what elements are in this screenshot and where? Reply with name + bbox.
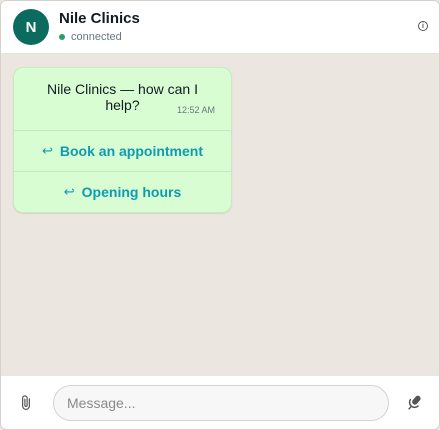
message-text: Nile Clinics — how can I help? bbox=[47, 81, 198, 113]
reply-arrow-icon: ↩ bbox=[41, 143, 53, 158]
connection-status: connected bbox=[59, 31, 122, 43]
quick-reply-opening-hours[interactable]: ↩ Opening hours bbox=[14, 171, 231, 212]
message-composer bbox=[1, 375, 439, 429]
message-bubble: Nile Clinics — how can I help? 12:52 AM … bbox=[13, 67, 232, 213]
contact-name: Nile Clinics bbox=[59, 10, 140, 27]
chat-window: N Nile Clinics connected i Nile Clinics … bbox=[0, 0, 440, 430]
message-input[interactable] bbox=[53, 385, 389, 421]
status-dot-icon bbox=[59, 34, 65, 40]
quick-reply-label: Opening hours bbox=[81, 184, 182, 200]
paperclip-icon[interactable] bbox=[17, 394, 35, 412]
quick-reply-label: Book an appointment bbox=[59, 143, 204, 159]
status-text: connected bbox=[71, 31, 122, 43]
avatar[interactable]: N bbox=[13, 9, 49, 45]
info-icon[interactable]: i bbox=[418, 21, 428, 31]
quick-reply-book-appointment[interactable]: ↩ Book an appointment bbox=[14, 130, 231, 171]
microphone-icon[interactable] bbox=[403, 392, 425, 414]
reply-arrow-icon: ↩ bbox=[63, 184, 75, 199]
chat-header: N Nile Clinics connected i bbox=[1, 1, 439, 54]
